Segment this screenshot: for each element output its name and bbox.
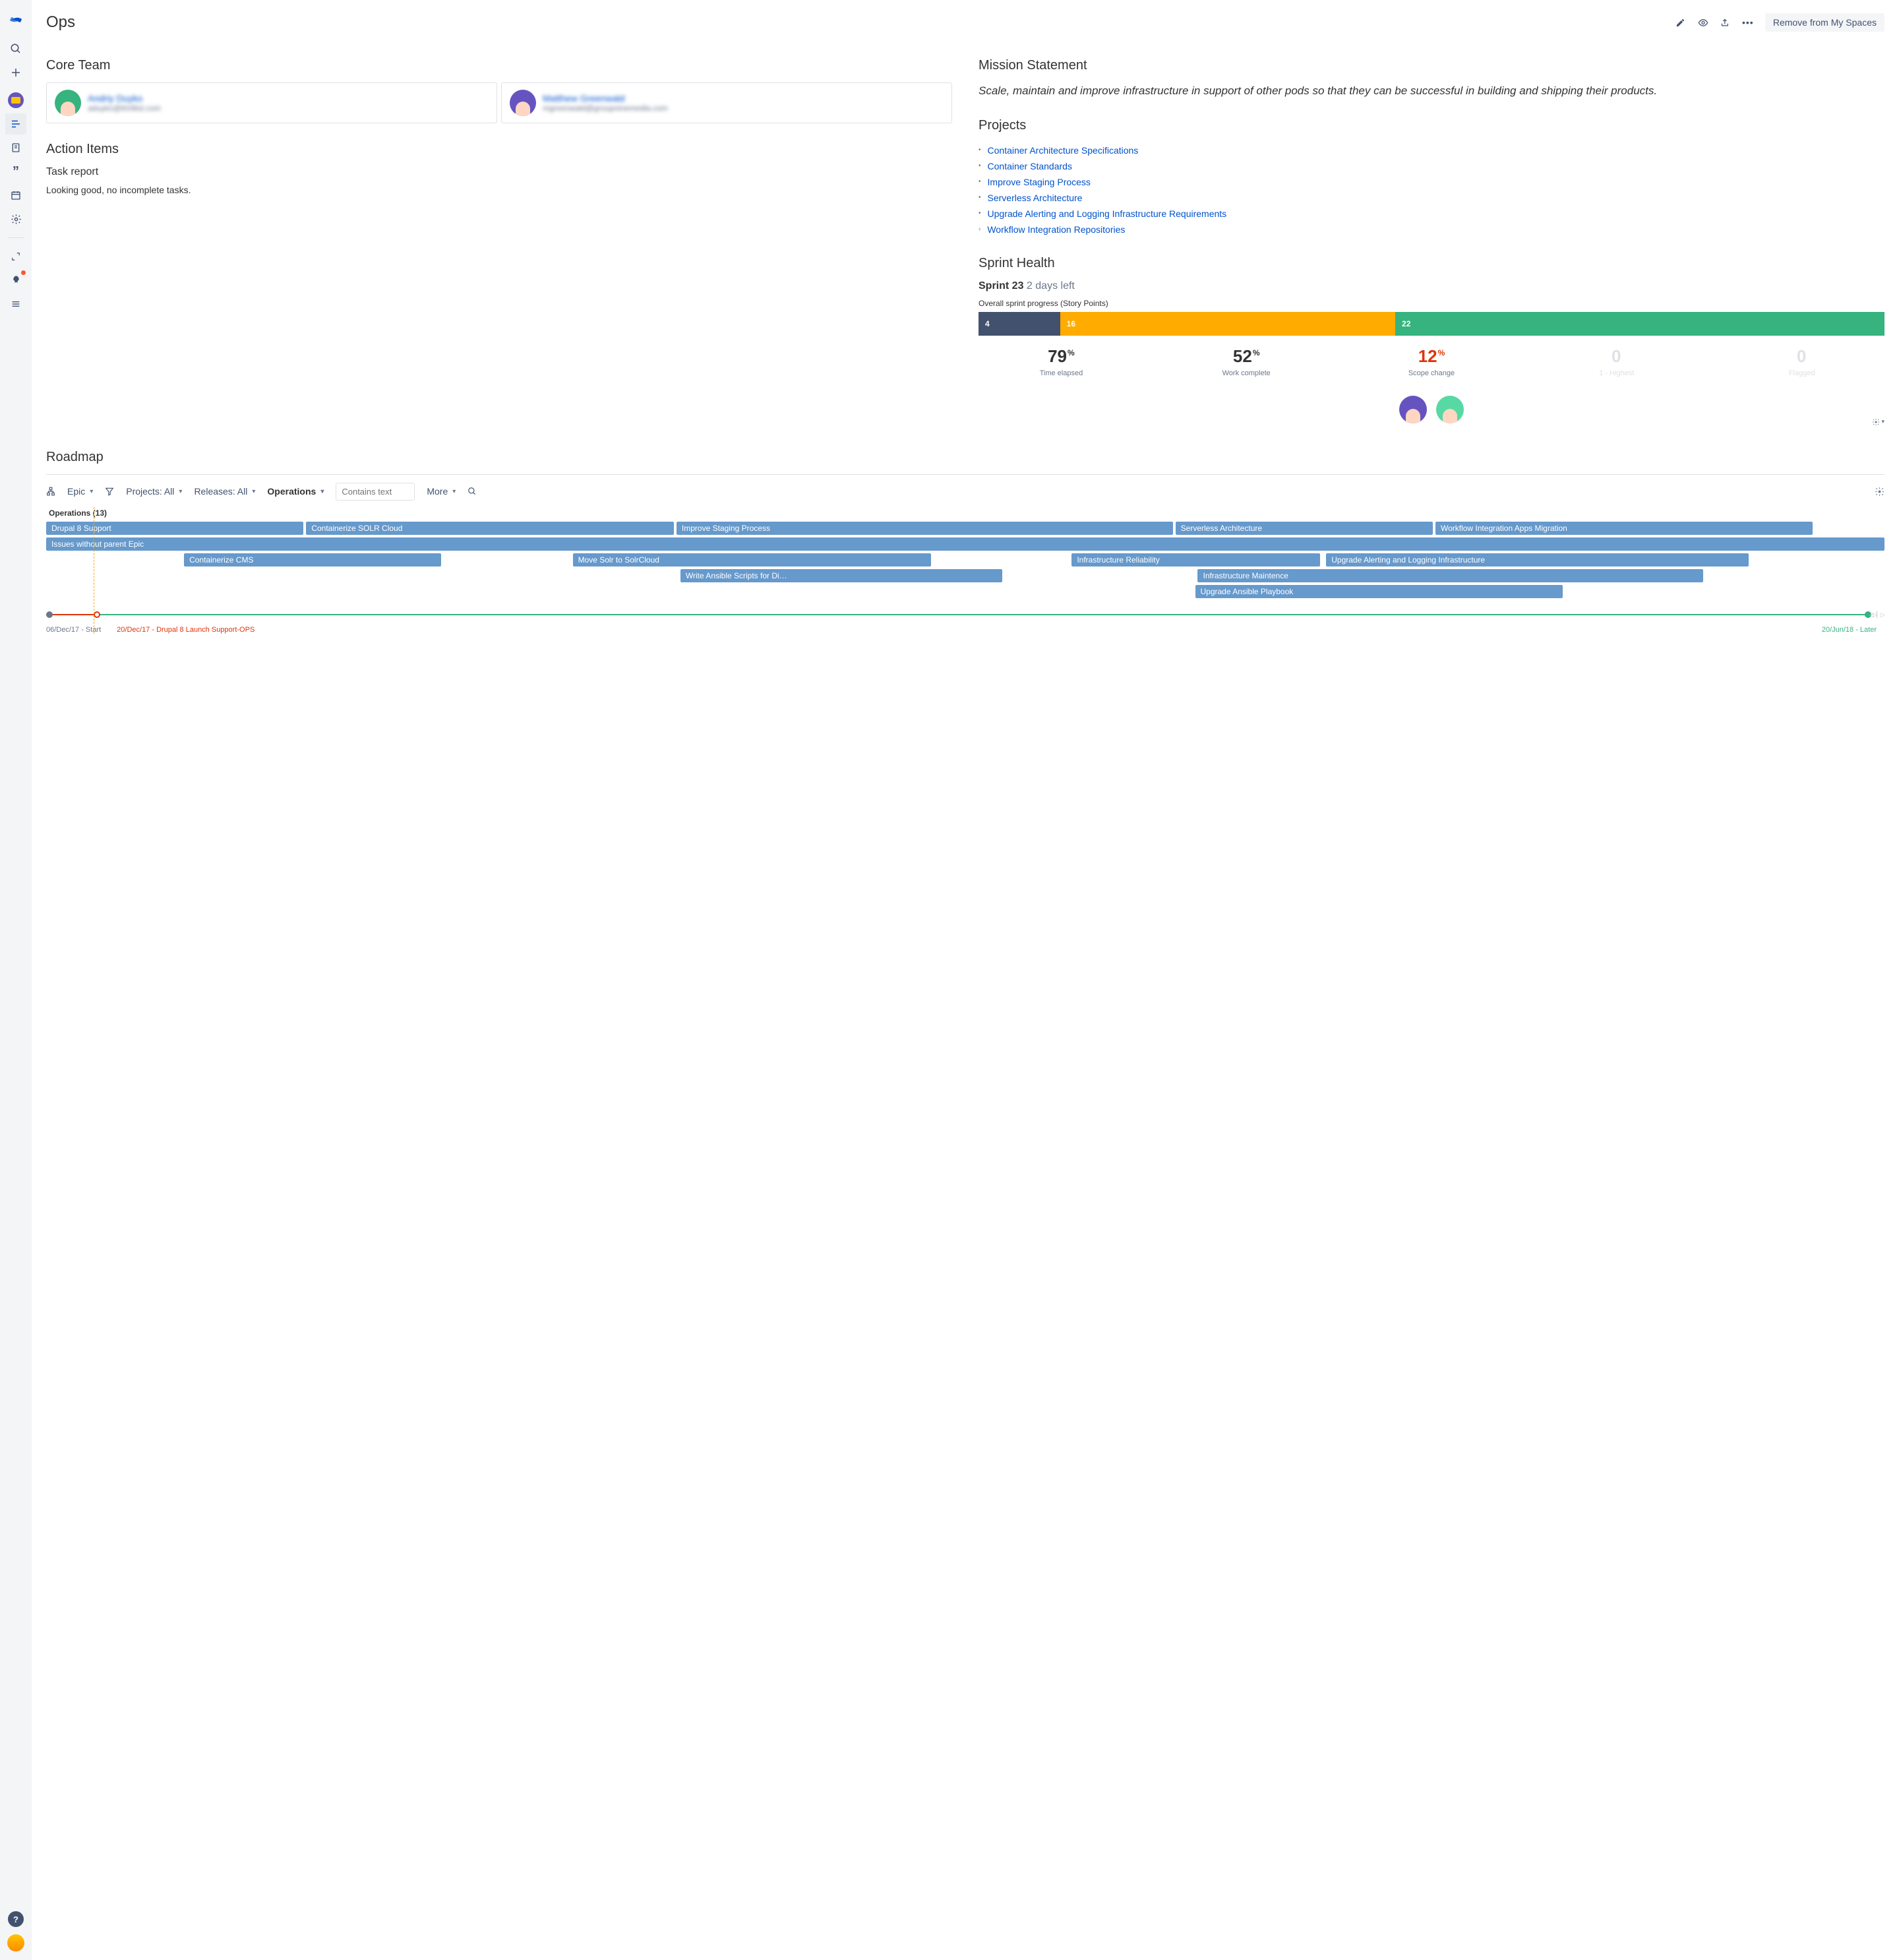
sprint-progress-label: Overall sprint progress (Story Points) [979,299,1884,308]
roadmap-settings-icon[interactable] [1875,487,1884,497]
roadmap-filter-icon[interactable] [105,487,114,496]
sprint-stat: 79%Time elapsed [979,346,1144,377]
progress-segment: 4 [979,312,1060,336]
roadmap-projects-filter[interactable]: Projects: All [126,486,182,497]
sprint-progress-bar: 41622 [979,312,1884,336]
sprint-stat: 0Flagged [1719,346,1884,377]
roadmap-bar[interactable]: Upgrade Alerting and Logging Infrastruct… [1326,553,1749,567]
edit-icon[interactable] [1675,17,1686,28]
action-items-heading: Action Items [46,142,952,157]
team-member-card[interactable]: Matthew Greenwaldmgreenwald@groupninemed… [501,82,952,123]
task-report-text: Looking good, no incomplete tasks. [46,185,952,195]
nav-settings-icon[interactable] [5,208,26,230]
roadmap-releases-filter[interactable]: Releases: All [194,486,255,497]
sprint-stat: 01 - Highest [1534,346,1699,377]
mission-heading: Mission Statement [979,58,1884,73]
confluence-logo-icon[interactable] [8,12,24,28]
roadmap-bar[interactable]: Issues without parent Epic [46,537,1884,551]
roadmap-heading: Roadmap [46,450,1884,465]
sprint-settings-icon[interactable]: ▾ [1872,418,1884,426]
add-icon[interactable] [5,62,26,83]
sprint-stat: 12%Scope change [1349,346,1515,377]
project-link[interactable]: Serverless Architecture [988,193,1083,203]
sprint-health-heading: Sprint Health [979,256,1884,271]
nav-menu-icon[interactable] [5,293,26,315]
member-avatar [55,90,81,116]
remove-from-spaces-button[interactable]: Remove from My Spaces [1765,13,1884,32]
roadmap-bar[interactable]: Workflow Integration Apps Migration [1435,522,1813,535]
axis-start-label: 06/Dec/17 - Start [46,626,101,634]
page-header: Ops ••• Remove from My Spaces [46,13,1884,32]
nav-expand-icon[interactable] [5,246,26,267]
nav-blog-icon[interactable]: ” [5,161,26,182]
nav-pages-icon[interactable] [5,137,26,158]
roadmap-bar[interactable]: Serverless Architecture [1176,522,1433,535]
core-team-heading: Core Team [46,58,952,73]
project-link[interactable]: Container Architecture Specifications [988,145,1139,156]
roadmap-epic-filter[interactable]: Epic [67,486,93,497]
roadmap-hierarchy-icon[interactable] [46,487,55,496]
more-icon[interactable]: ••• [1743,17,1753,28]
roadmap-bar[interactable]: Infrastructure Reliability [1071,553,1319,567]
roadmap-bar[interactable]: Infrastructure Maintence [1197,569,1703,582]
search-icon[interactable] [5,38,26,59]
project-item: •Container Standards [979,158,1884,174]
page-title: Ops [46,13,1675,32]
roadmap-group-label: Operations (13) [46,508,1884,518]
nav-rocket-icon[interactable] [5,270,26,291]
project-item: •Container Architecture Specifications [979,142,1884,158]
space-avatar-icon[interactable] [5,90,26,111]
roadmap-bar[interactable]: Containerize SOLR Cloud [306,522,674,535]
nav-calendar-icon[interactable] [5,185,26,206]
axis-end-label: 20/Jun/18 - Later [1822,626,1877,634]
roadmap-toolbar: Epic Projects: All Releases: All Operati… [46,483,1884,501]
sprint-title: Sprint 23 2 days left [979,280,1884,292]
roadmap-search-icon[interactable] [467,487,477,496]
team-member-card[interactable]: Andriy Duykoaduyko@thrillist.com [46,82,497,123]
project-link[interactable]: Improve Staging Process [988,177,1091,187]
user-avatar-icon[interactable] [5,1932,26,1953]
project-link[interactable]: Container Standards [988,161,1072,171]
sidebar: ” ? [0,0,32,1960]
roadmap-more-filter[interactable]: More [427,486,456,497]
assignee-avatar[interactable] [1436,396,1464,423]
sprint-stat: 52%Work complete [1164,346,1329,377]
watch-icon[interactable] [1698,17,1708,28]
nav-overview-icon[interactable] [5,113,26,135]
member-avatar [510,90,536,116]
task-report-heading: Task report [46,166,952,178]
projects-heading: Projects [979,118,1884,133]
roadmap-bar[interactable]: Drupal 8 Support [46,522,303,535]
project-link[interactable]: Upgrade Alerting and Logging Infrastruct… [988,208,1227,219]
project-link[interactable]: Workflow Integration Repositories [987,224,1125,235]
progress-segment: 16 [1060,312,1395,336]
share-icon[interactable] [1720,17,1731,28]
sprint-assignees: ▾ [979,396,1884,423]
mission-text: Scale, maintain and improve infrastructu… [979,82,1884,100]
project-item: •Upgrade Alerting and Logging Infrastruc… [979,206,1884,222]
project-item: ›Workflow Integration Repositories [979,222,1884,237]
help-icon[interactable]: ? [5,1909,26,1930]
axis-mid-label: 20/Dec/17 - Drupal 8 Launch Support-OPS [117,626,255,634]
roadmap-timeline-axis: ◁▷▏▷ [46,610,1884,623]
progress-segment: 22 [1395,312,1884,336]
roadmap-search-input[interactable] [336,483,415,501]
roadmap-bar[interactable]: Write Ansible Scripts for Di… [680,569,1002,582]
roadmap-operations-filter[interactable]: Operations [267,486,324,497]
project-item: •Improve Staging Process [979,174,1884,190]
assignee-avatar[interactable] [1399,396,1427,423]
roadmap-bar[interactable]: Move Solr to SolrCloud [573,553,932,567]
project-item: •Serverless Architecture [979,190,1884,206]
roadmap-bar[interactable]: Improve Staging Process [677,522,1173,535]
roadmap-bar[interactable]: Containerize CMS [184,553,441,567]
roadmap-bar[interactable]: Upgrade Ansible Playbook [1195,585,1563,598]
